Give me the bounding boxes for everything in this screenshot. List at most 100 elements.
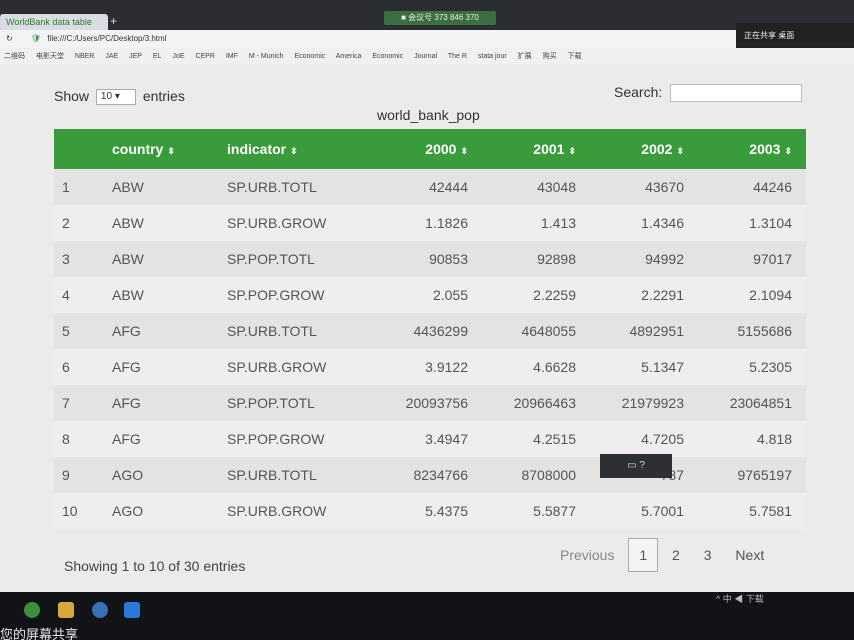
column-header-2000[interactable]: 2000 ⬍ <box>374 129 482 169</box>
value-cell-2001: 92898 <box>482 241 590 277</box>
new-tab-button[interactable]: + <box>110 14 117 28</box>
system-tray[interactable]: ^ 中 ◀ 下载 <box>716 592 764 605</box>
bookmark-item[interactable]: 电影天堂 <box>36 53 64 60</box>
bookmark-item[interactable]: America <box>336 53 362 60</box>
pagination: Previous 1 2 3 Next <box>550 538 774 572</box>
value-cell-2002: 1.4346 <box>590 205 698 241</box>
sort-icon: ⬍ <box>784 146 792 156</box>
search-label: Search: <box>614 84 663 100</box>
row-index: 5 <box>54 313 104 349</box>
page-button-2[interactable]: 2 <box>662 539 690 571</box>
floating-toolbar[interactable]: ▭ ? <box>600 454 672 478</box>
country-cell: ABW <box>104 169 219 205</box>
value-cell-2000: 3.4947 <box>374 421 482 457</box>
bookmark-item[interactable]: 二维码 <box>4 53 25 60</box>
bookmark-item[interactable]: The R <box>448 53 467 60</box>
help-icon[interactable]: ? <box>639 460 645 471</box>
table-row[interactable]: 4 ABW SP.POP.GROW 2.055 2.2259 2.2291 2.… <box>54 277 806 313</box>
meeting-app-icon[interactable] <box>124 602 140 618</box>
row-index: 6 <box>54 349 104 385</box>
table-row[interactable]: 9 AGO SP.URB.TOTL 8234766 8708000 787 97… <box>54 457 806 493</box>
value-cell-2001: 43048 <box>482 169 590 205</box>
bookmark-item[interactable]: 扩展 <box>518 53 532 60</box>
country-cell: ABW <box>104 277 219 313</box>
table-row[interactable]: 8 AFG SP.POP.GROW 3.4947 4.2515 4.7205 4… <box>54 421 806 457</box>
table-row[interactable]: 2 ABW SP.URB.GROW 1.1826 1.413 1.4346 1.… <box>54 205 806 241</box>
country-cell: AFG <box>104 349 219 385</box>
meeting-indicator[interactable]: ■ 会议号 373 846 370 <box>384 11 496 25</box>
indicator-cell: SP.POP.TOTL <box>219 241 374 277</box>
search-control: Search: <box>614 84 803 103</box>
row-index: 10 <box>54 493 104 529</box>
start-icon[interactable] <box>24 602 40 618</box>
value-cell-2000: 5.4375 <box>374 493 482 529</box>
country-cell: AGO <box>104 493 219 529</box>
bookmark-item[interactable]: Journal <box>414 53 437 60</box>
value-cell-2001: 20966463 <box>482 385 590 421</box>
column-header-country[interactable]: country ⬍ <box>104 129 219 169</box>
indicator-cell: SP.URB.TOTL <box>219 313 374 349</box>
reload-icon[interactable]: ↻ <box>6 34 13 43</box>
value-cell-2003: 97017 <box>698 241 806 277</box>
keyboard-icon[interactable]: ▭ <box>627 460 636 471</box>
value-cell-2002: 5.7001 <box>590 493 698 529</box>
screen-share-popup: 正在共享 桌面 <box>736 23 854 47</box>
search-input[interactable] <box>670 84 803 103</box>
table-info: Showing 1 to 10 of 30 entries <box>64 558 246 574</box>
indicator-cell: SP.POP.TOTL <box>219 385 374 421</box>
country-cell: ABW <box>104 205 219 241</box>
row-index: 2 <box>54 205 104 241</box>
row-index: 4 <box>54 277 104 313</box>
entries-select[interactable]: 10 ▾ <box>95 89 136 106</box>
country-cell: AFG <box>104 421 219 457</box>
bookmark-item[interactable]: Economic <box>372 53 403 60</box>
bookmark-item[interactable]: 下载 <box>568 53 582 60</box>
value-cell-2000: 42444 <box>374 169 482 205</box>
browser-tab-bar: WorldBank data table + ■ 会议号 373 846 370 <box>0 0 854 32</box>
row-index: 8 <box>54 421 104 457</box>
table-row[interactable]: 1 ABW SP.URB.TOTL 42444 43048 43670 4424… <box>54 169 806 205</box>
column-header-indicator[interactable]: indicator ⬍ <box>219 129 374 169</box>
column-header-2002[interactable]: 2002 ⬍ <box>590 129 698 169</box>
next-button[interactable]: Next <box>725 539 774 571</box>
table-row[interactable]: 3 ABW SP.POP.TOTL 90853 92898 94992 9701… <box>54 241 806 277</box>
column-header-2001[interactable]: 2001 ⬍ <box>482 129 590 169</box>
bookmark-item[interactable]: JoE <box>172 53 184 60</box>
folder-icon[interactable] <box>58 602 74 618</box>
previous-button[interactable]: Previous <box>550 539 624 571</box>
bookmark-item[interactable]: 购买 <box>543 53 557 60</box>
row-index: 1 <box>54 169 104 205</box>
show-label: Show <box>54 88 90 104</box>
value-cell-2000: 90853 <box>374 241 482 277</box>
address-bar[interactable]: ↻ 🛡 file:///C:/Users/PC/Desktop/3.html <box>0 30 736 48</box>
value-cell-2003: 9765197 <box>698 457 806 493</box>
table-row[interactable]: 6 AFG SP.URB.GROW 3.9122 4.6628 5.1347 5… <box>54 349 806 385</box>
indicator-cell: SP.URB.GROW <box>219 349 374 385</box>
country-cell: AFG <box>104 313 219 349</box>
bookmark-item[interactable]: JAE <box>105 53 118 60</box>
bookmark-item[interactable]: stata jour <box>478 53 507 60</box>
bookmark-item[interactable]: JEP <box>129 53 142 60</box>
bookmark-item[interactable]: M - Munich <box>249 53 284 60</box>
page-button-3[interactable]: 3 <box>694 539 722 571</box>
value-cell-2003: 23064851 <box>698 385 806 421</box>
bookmark-item[interactable]: Economic <box>294 53 325 60</box>
table-caption: world_bank_pop <box>377 107 480 123</box>
bookmark-item[interactable]: EL <box>153 53 162 60</box>
table-row[interactable]: 7 AFG SP.POP.TOTL 20093756 20966463 2197… <box>54 385 806 421</box>
length-control: Show 10 ▾ entries <box>54 88 185 106</box>
bookmark-item[interactable]: CEPR <box>195 53 214 60</box>
data-table: country ⬍ indicator ⬍ 2000 ⬍ 2001 ⬍ 2002 ⬍ 20… <box>54 129 806 529</box>
sort-icon: ⬍ <box>167 146 175 156</box>
column-header-2003[interactable]: 2003 ⬍ <box>698 129 806 169</box>
page-button-1[interactable]: 1 <box>628 538 659 572</box>
value-cell-2002: 5.1347 <box>590 349 698 385</box>
table-row[interactable]: 5 AFG SP.URB.TOTL 4436299 4648055 489295… <box>54 313 806 349</box>
bookmark-item[interactable]: IMF <box>226 53 238 60</box>
table-row[interactable]: 10 AGO SP.URB.GROW 5.4375 5.5877 5.7001 … <box>54 493 806 529</box>
value-cell-2003: 5.7581 <box>698 493 806 529</box>
column-header-index[interactable] <box>54 129 104 169</box>
app-icon[interactable] <box>92 602 108 618</box>
country-cell: AGO <box>104 457 219 493</box>
bookmark-item[interactable]: NBER <box>75 53 94 60</box>
